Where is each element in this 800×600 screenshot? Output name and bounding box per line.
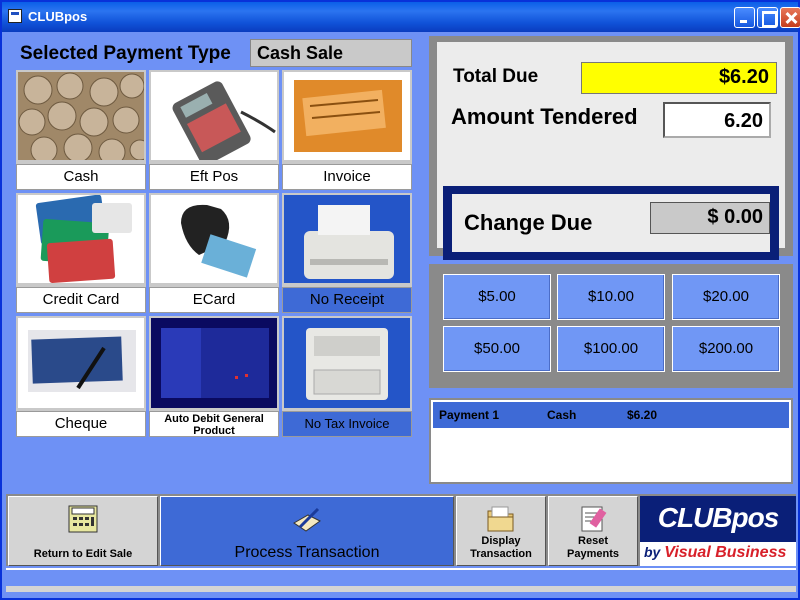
tile-label: Credit Card <box>16 287 146 313</box>
total-due-label: Total Due <box>453 66 539 87</box>
quick-amount-20-button[interactable]: $20.00 <box>672 274 780 320</box>
card-reader-icon <box>151 195 277 283</box>
totals-inner: Total Due $6.20 Amount Tendered 6.20 Cha… <box>437 42 785 260</box>
reset-payments-label: Reset Payments <box>567 535 619 560</box>
clubpos-logo: CLUBpos by Visual Business <box>640 496 796 566</box>
tile-label: Eft Pos <box>149 164 279 190</box>
bottom-toolbar: Return to Edit Sale Process Transaction … <box>6 494 796 566</box>
change-due-frame: Change Due $ 0.00 <box>443 186 779 260</box>
eraser-document-icon <box>578 505 608 533</box>
quick-amount-100-button[interactable]: $100.00 <box>557 326 665 372</box>
selected-payment-type-value: Cash Sale <box>250 39 412 67</box>
selected-payment-type-label: Selected Payment Type <box>20 43 231 64</box>
payments-list[interactable]: Payment 1 Cash $6.20 <box>429 398 793 484</box>
change-due-label: Change Due <box>464 210 593 235</box>
minimize-button[interactable] <box>734 7 755 28</box>
receipt-printer-icon <box>284 195 410 283</box>
amount-tendered-label: Amount Tendered <box>451 104 638 129</box>
tile-label: Cash <box>16 164 146 190</box>
eftpos-terminal-icon <box>151 72 277 160</box>
auto-debit-icon <box>151 318 277 408</box>
payment-tile-eftpos[interactable]: Eft Pos <box>149 70 279 190</box>
signing-pen-icon <box>292 505 322 533</box>
payment-tile-cheque[interactable]: Cheque <box>16 316 146 437</box>
process-transaction-label: Process Transaction <box>234 544 380 561</box>
payment-type: Cash <box>547 408 577 422</box>
amount-tendered-input[interactable]: 6.20 <box>663 102 771 138</box>
payment-amount: $6.20 <box>627 408 658 422</box>
return-to-edit-sale-label: Return to Edit Sale <box>33 548 133 560</box>
total-due-value: $6.20 <box>581 62 777 94</box>
quick-amount-10-button[interactable]: $10.00 <box>557 274 665 320</box>
maximize-button[interactable] <box>757 7 778 28</box>
tile-label: Invoice <box>282 164 412 190</box>
app-window: CLUBpos Selected Payment Type Cash Sale … <box>0 0 800 600</box>
list-item[interactable]: Payment 1 Cash $6.20 <box>433 402 789 428</box>
tile-label: Auto Debit General Product <box>149 411 279 437</box>
client-area: Selected Payment Type Cash Sale Cash Eft… <box>6 32 796 596</box>
tile-label: No Receipt <box>282 287 412 313</box>
payment-tile-credit-card[interactable]: Credit Card <box>16 193 146 313</box>
logo-title: CLUBpos <box>657 502 780 533</box>
calculator-icon <box>68 505 98 533</box>
reset-payments-button[interactable]: Reset Payments <box>548 496 638 566</box>
credit-cards-icon <box>18 195 144 283</box>
quick-amount-5-button[interactable]: $5.00 <box>443 274 551 320</box>
title-bar[interactable]: CLUBpos <box>2 2 800 32</box>
quick-amounts-panel: $5.00 $10.00 $20.00 $50.00 $100.00 $200.… <box>429 264 793 388</box>
app-icon <box>8 9 22 23</box>
totals-panel: Total Due $6.20 Amount Tendered 6.20 Cha… <box>429 36 793 260</box>
payment-tile-cash[interactable]: Cash <box>16 70 146 190</box>
window-title: CLUBpos <box>28 9 88 24</box>
quick-amount-200-button[interactable]: $200.00 <box>672 326 780 372</box>
chequebook-icon <box>18 318 144 408</box>
display-transaction-label: Display Transaction <box>470 535 532 560</box>
folder-icon <box>486 505 516 533</box>
logo-byline: by Visual Business <box>644 544 787 561</box>
close-button[interactable] <box>780 7 800 28</box>
payment-tile-auto-debit[interactable]: Auto Debit General Product <box>149 316 279 437</box>
laser-printer-icon <box>284 318 410 408</box>
change-due-value: $ 0.00 <box>650 202 770 234</box>
process-transaction-button[interactable]: Process Transaction <box>160 496 454 566</box>
tile-label: ECard <box>149 287 279 313</box>
return-to-edit-sale-button[interactable]: Return to Edit Sale <box>8 496 158 566</box>
payment-name: Payment 1 <box>439 408 500 422</box>
payment-tile-ecard[interactable]: ECard <box>149 193 279 313</box>
payment-tile-no-tax-invoice[interactable]: No Tax Invoice <box>282 316 412 437</box>
payment-tile-no-receipt[interactable]: No Receipt <box>282 193 412 313</box>
status-bar <box>6 568 796 592</box>
change-due-inner: Change Due $ 0.00 <box>452 194 770 252</box>
quick-amount-50-button[interactable]: $50.00 <box>443 326 551 372</box>
invoice-document-icon <box>284 72 410 160</box>
coins-icon <box>18 72 144 160</box>
tile-label: No Tax Invoice <box>282 411 412 437</box>
payment-tile-invoice[interactable]: Invoice <box>282 70 412 190</box>
tile-label: Cheque <box>16 411 146 437</box>
display-transaction-button[interactable]: Display Transaction <box>456 496 546 566</box>
